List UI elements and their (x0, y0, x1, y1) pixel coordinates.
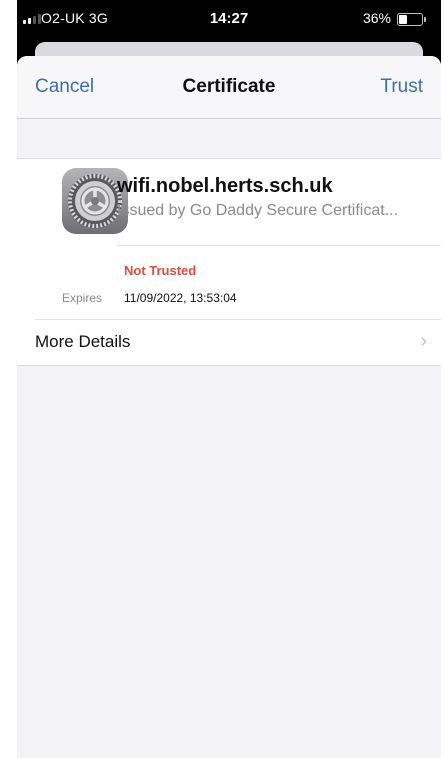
phone-screen: O2-UK 3G 14:27 36% Cancel Certificate Tr… (17, 0, 441, 758)
chevron-right-icon: › (420, 330, 427, 352)
certificate-issuer: Issued by Go Daddy Secure Certificat... (117, 202, 399, 219)
trust-button[interactable]: Trust (380, 76, 423, 98)
expires-value: 11/09/2022, 13:53:04 (124, 291, 237, 305)
battery-percent: 36% (362, 10, 391, 26)
trust-status-label: Not Trusted (124, 263, 197, 278)
divider (117, 245, 441, 246)
certificate-name: wifi.nobel.herts.sch.uk (117, 175, 333, 197)
page-title: Certificate (182, 76, 276, 97)
status-bar: O2-UK 3G 14:27 36% (17, 0, 441, 40)
navigation-bar: Cancel Certificate Trust (17, 56, 441, 119)
certificate-sheet: Cancel Certificate Trust wifi.nobel.hert… (17, 56, 441, 758)
expires-label: Expires (62, 291, 103, 305)
more-details-row[interactable]: More Details › (17, 320, 441, 365)
battery-icon (397, 13, 426, 26)
more-details-label: More Details (35, 332, 131, 351)
certificate-card: wifi.nobel.herts.sch.uk Issued by Go Dad… (17, 158, 441, 366)
